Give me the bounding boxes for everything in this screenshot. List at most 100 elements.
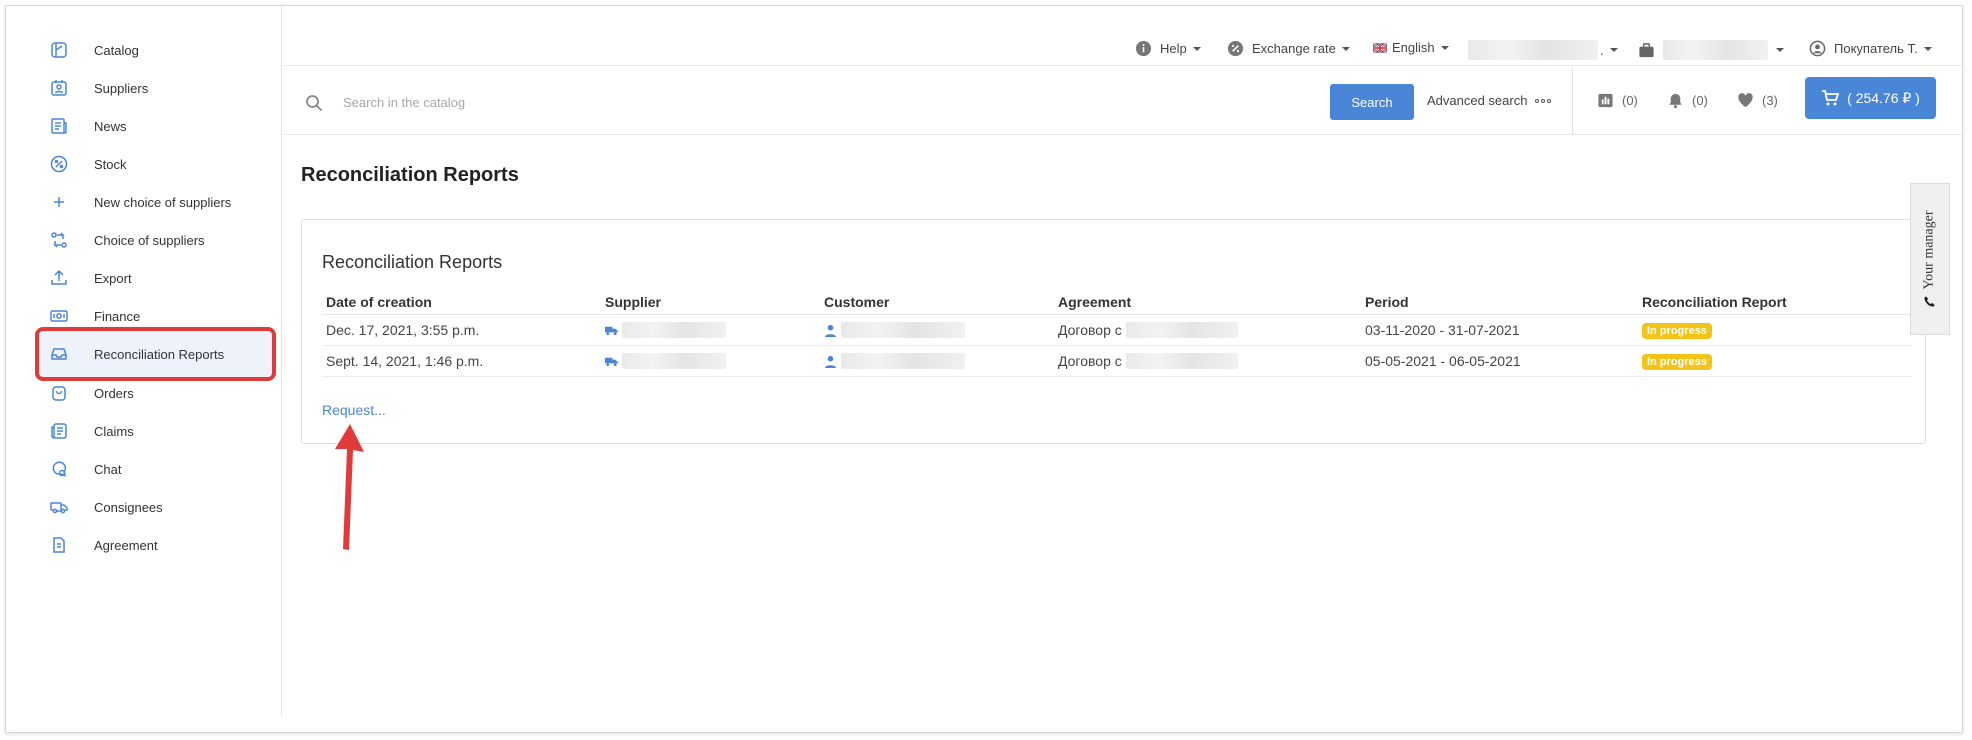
sidebar-item-choice-of-suppliers[interactable]: Choice of suppliers xyxy=(36,220,272,260)
column-header: Supplier xyxy=(601,290,820,315)
reports-card: Reconciliation Reports Date of creation … xyxy=(301,219,1926,444)
sidebar-item-label: Finance xyxy=(94,308,141,324)
sidebar-item-label: Export xyxy=(94,270,132,286)
sidebar-item-orders[interactable]: Orders xyxy=(36,373,272,413)
notifications-count: (0) xyxy=(1692,93,1708,108)
sidebar-item-suppliers[interactable]: Suppliers xyxy=(36,68,272,108)
money-icon xyxy=(48,305,70,327)
bell-icon xyxy=(1669,93,1682,109)
chevron-down-icon xyxy=(1609,48,1618,52)
chevron-down-icon xyxy=(1192,46,1201,51)
app-window: Catalog Suppliers News Stock New choice … xyxy=(5,5,1963,733)
status-badge: In progress xyxy=(1642,353,1712,370)
request-link[interactable]: Request... xyxy=(322,402,386,418)
percent-badge-icon xyxy=(1227,40,1244,57)
sidebar-item-catalog[interactable]: Catalog xyxy=(36,30,272,70)
notifications-button[interactable]: (0) xyxy=(1667,92,1708,109)
sidebar-item-chat[interactable]: Chat xyxy=(36,449,272,489)
table-row[interactable]: Sept. 14, 2021, 1:46 p.m. Договор с 05-0… xyxy=(322,345,1912,377)
exchange-rate-label: Exchange rate xyxy=(1252,41,1336,56)
heart-icon xyxy=(1738,93,1753,108)
account-selector[interactable]: . xyxy=(1468,40,1618,60)
date-cell: Sept. 14, 2021, 1:46 p.m. xyxy=(322,345,601,377)
help-menu[interactable]: Help xyxy=(1135,40,1201,57)
sidebar-item-finance[interactable]: Finance xyxy=(36,296,272,336)
top-header: Help Exchange rate English . Покупатель … xyxy=(283,6,1962,66)
sidebar-item-stock[interactable]: Stock xyxy=(36,144,272,184)
truck-icon xyxy=(605,357,618,366)
redacted-text xyxy=(622,321,726,338)
page-title: Reconciliation Reports xyxy=(301,164,519,186)
company-selector[interactable] xyxy=(1638,40,1784,60)
table-row[interactable]: Dec. 17, 2021, 3:55 p.m. Договор с 03-11… xyxy=(322,314,1912,346)
user-icon xyxy=(824,355,837,368)
chevron-down-icon xyxy=(1341,46,1350,51)
column-header: Date of creation xyxy=(322,290,601,315)
sidebar-item-agreement[interactable]: Agreement xyxy=(36,525,272,565)
inbox-icon xyxy=(48,343,70,365)
briefcase-icon xyxy=(1639,42,1654,57)
chevron-down-icon xyxy=(1923,46,1932,51)
customer-cell[interactable] xyxy=(820,345,1054,377)
truck-icon xyxy=(48,496,70,518)
sidebar-item-consignees[interactable]: Consignees xyxy=(36,487,272,527)
supplier-cell[interactable] xyxy=(601,345,820,377)
sidebar-item-label: Claims xyxy=(94,423,134,439)
advanced-search-link[interactable]: Advanced search xyxy=(1427,93,1552,108)
uk-flag-icon xyxy=(1373,42,1387,53)
column-header: Customer xyxy=(820,290,1054,315)
card-title: Reconciliation Reports xyxy=(322,252,503,272)
sidebar-item-reconciliation-reports[interactable]: Reconciliation Reports xyxy=(35,327,276,381)
column-header: Agreement xyxy=(1054,290,1361,315)
customer-cell[interactable] xyxy=(820,314,1054,346)
sidebar-item-label: Catalog xyxy=(94,42,139,58)
sidebar-item-label: News xyxy=(94,118,127,134)
redacted-text xyxy=(841,321,965,338)
divider xyxy=(1572,67,1573,135)
search-input[interactable] xyxy=(343,91,1043,113)
news-icon xyxy=(48,115,70,137)
supplier-cell[interactable] xyxy=(601,314,820,346)
upload-icon xyxy=(48,267,70,289)
your-manager-tab[interactable]: Your manager xyxy=(1910,183,1950,335)
date-cell: Dec. 17, 2021, 3:55 p.m. xyxy=(322,314,601,346)
sidebar-item-news[interactable]: News xyxy=(36,106,272,146)
phone-icon xyxy=(1924,296,1936,307)
user-menu[interactable]: Покупатель Т. xyxy=(1809,40,1932,57)
sidebar-item-claims[interactable]: Claims xyxy=(36,411,272,451)
user-icon xyxy=(824,324,837,337)
compare-chart-icon xyxy=(1598,93,1613,108)
sidebar: Catalog Suppliers News Stock New choice … xyxy=(6,6,282,716)
language-label: English xyxy=(1392,40,1435,55)
agreement-cell: Договор с xyxy=(1054,345,1361,377)
exchange-rate-menu[interactable]: Exchange rate xyxy=(1227,40,1350,57)
sidebar-item-label: Chat xyxy=(94,461,122,477)
favorites-button[interactable]: (3) xyxy=(1737,92,1778,109)
search-button[interactable]: Search xyxy=(1330,84,1414,120)
cart-button[interactable]: ( 254.76 ₽ ) xyxy=(1805,77,1936,119)
truck-icon xyxy=(605,326,618,335)
redacted-text xyxy=(1468,40,1598,60)
user-name: Покупатель Т. xyxy=(1834,41,1918,56)
status-cell: In progress xyxy=(1638,314,1912,346)
swap-icon xyxy=(48,229,70,251)
sidebar-item-label: Choice of suppliers xyxy=(94,232,205,248)
user-avatar-icon xyxy=(1809,40,1826,57)
sidebar-item-export[interactable]: Export xyxy=(36,258,272,298)
search-bar: Search Advanced search (0) (0) (3) ( 254… xyxy=(283,67,1962,135)
status-cell: In progress xyxy=(1638,345,1912,377)
agreement-text: Договор с xyxy=(1058,321,1122,338)
compare-count: (0) xyxy=(1622,93,1638,108)
search-icon xyxy=(306,95,323,112)
sidebar-item-new-choice-of-suppliers[interactable]: New choice of suppliers xyxy=(36,182,272,222)
agreement-cell: Договор с xyxy=(1054,314,1361,346)
period-cell: 05-05-2021 - 06-05-2021 xyxy=(1361,345,1638,377)
shopping-bag-icon xyxy=(48,382,70,404)
compare-button[interactable]: (0) xyxy=(1597,92,1638,109)
redacted-text xyxy=(1663,40,1768,60)
redacted-text xyxy=(1125,352,1238,369)
sidebar-item-label: Agreement xyxy=(94,537,158,553)
sidebar-item-label: Orders xyxy=(94,385,134,401)
redacted-text xyxy=(841,352,965,369)
language-menu[interactable]: English xyxy=(1373,40,1449,55)
